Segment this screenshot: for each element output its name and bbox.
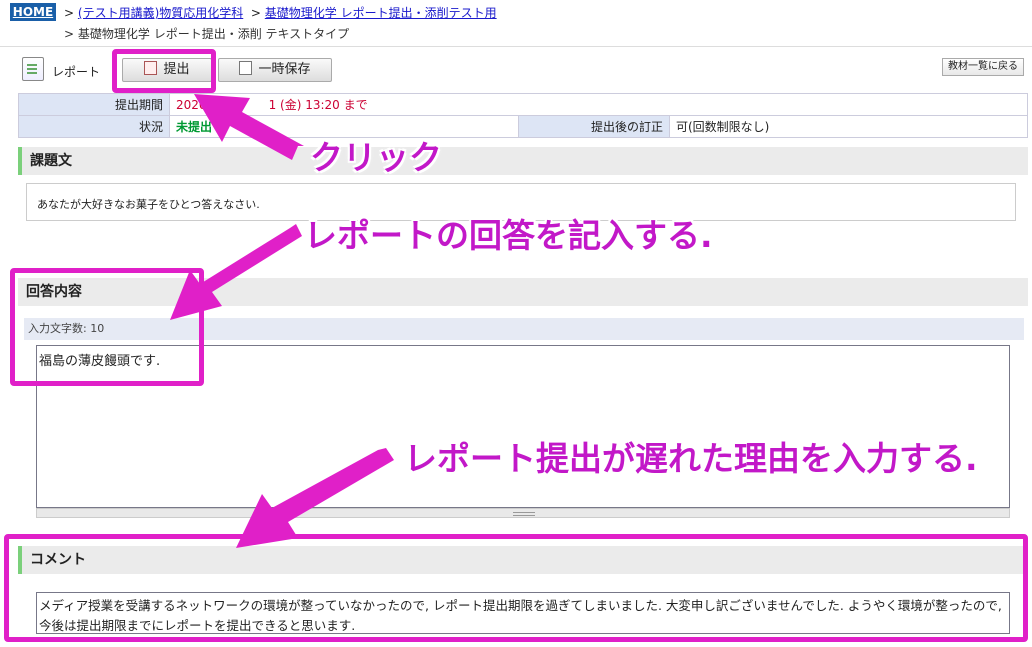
annotation-answer: レポートの回答を記入する.: [304, 216, 713, 255]
arrow-click: [194, 94, 304, 160]
arrow-comment: [236, 448, 394, 548]
annotation-click: クリック: [310, 138, 442, 177]
annotation-comment: レポート提出が遅れた理由を入力する.: [404, 439, 978, 478]
arrow-answer: [170, 224, 302, 320]
page: HOME > (テスト用講義)物質応用化学科 > 基礎物理化学 レポート提出・添…: [0, 0, 1032, 647]
annotation-arrows: [170, 94, 394, 548]
